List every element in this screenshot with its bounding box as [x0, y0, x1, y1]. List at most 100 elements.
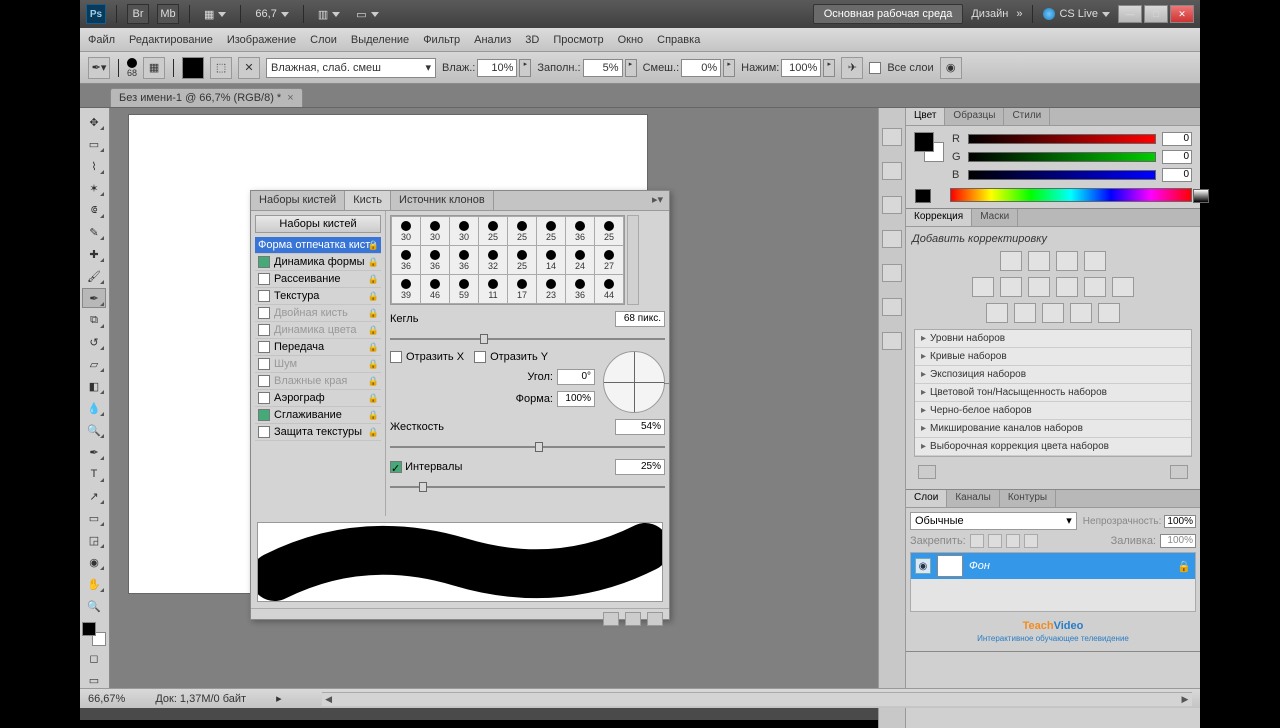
- layer-row[interactable]: ◉ Фон 🔒: [911, 553, 1195, 579]
- brush-option-item[interactable]: Сглаживание🔒: [255, 407, 381, 424]
- spectrum-bar[interactable]: [950, 188, 1192, 202]
- hardness-slider[interactable]: [390, 441, 665, 453]
- screenmode-toggle[interactable]: ▭: [82, 670, 106, 690]
- tab-swatches[interactable]: Образцы: [945, 108, 1004, 125]
- brush-tip-cell[interactable]: 25: [508, 246, 536, 274]
- layer-name[interactable]: Фон: [969, 560, 990, 572]
- brush-tip-cell[interactable]: 24: [566, 246, 594, 274]
- bridge-button[interactable]: Br: [127, 4, 149, 24]
- mix-input[interactable]: 0%: [681, 59, 721, 77]
- b-slider[interactable]: [968, 170, 1156, 180]
- flip-y-checkbox[interactable]: [474, 351, 486, 363]
- strip-icon[interactable]: [882, 196, 902, 214]
- adj-icon[interactable]: [1070, 303, 1092, 323]
- hardness-input[interactable]: 54%: [615, 419, 665, 435]
- maximize-button[interactable]: □: [1144, 5, 1168, 23]
- cslive-button[interactable]: CS Live: [1043, 8, 1110, 20]
- status-docsize[interactable]: Док: 1,37M/0 байт: [155, 693, 246, 705]
- brush-option-item[interactable]: Защита текстуры🔒: [255, 424, 381, 441]
- more-workspaces[interactable]: »: [1016, 8, 1022, 20]
- layer-thumbnail[interactable]: [937, 555, 963, 577]
- eraser-tool[interactable]: ▱: [82, 354, 106, 374]
- document-tab[interactable]: Без имени-1 @ 66,7% (RGB/8) *×: [110, 88, 303, 107]
- menu-layer[interactable]: Слои: [310, 34, 337, 46]
- brush-tip-cell[interactable]: 11: [479, 275, 507, 303]
- adj-preset-item[interactable]: Уровни наборов: [915, 330, 1191, 348]
- adj-icon[interactable]: [1084, 277, 1106, 297]
- close-button[interactable]: ✕: [1170, 5, 1194, 23]
- brush-grid-scrollbar[interactable]: [627, 215, 639, 305]
- strip-icon[interactable]: [882, 264, 902, 282]
- shape-tool[interactable]: ▭: [82, 508, 106, 528]
- zoom-dropdown[interactable]: 66,7: [251, 8, 292, 20]
- 3d-camera-tool[interactable]: ◉: [82, 552, 106, 572]
- h-scrollbar[interactable]: ◀▶: [322, 692, 1192, 706]
- menu-3d[interactable]: 3D: [525, 34, 539, 46]
- healing-tool[interactable]: ✚: [82, 244, 106, 264]
- strip-icon[interactable]: [882, 298, 902, 316]
- tab-paths[interactable]: Контуры: [1000, 490, 1056, 507]
- brush-tip-cell[interactable]: 32: [479, 246, 507, 274]
- brush-tip-cell[interactable]: 30: [421, 217, 449, 245]
- history-brush-tool[interactable]: ↺: [82, 332, 106, 352]
- menu-image[interactable]: Изображение: [227, 34, 296, 46]
- adj-preset-item[interactable]: Экспозиция наборов: [915, 366, 1191, 384]
- menu-help[interactable]: Справка: [657, 34, 700, 46]
- 3d-tool[interactable]: ◲: [82, 530, 106, 550]
- blend-mode-select[interactable]: Обычные▾: [910, 512, 1077, 530]
- lock-all-icon[interactable]: [1024, 534, 1038, 548]
- brush-tip-cell[interactable]: 30: [392, 217, 420, 245]
- screenmode-dropdown[interactable]: ▭: [352, 8, 382, 21]
- menu-window[interactable]: Окно: [618, 34, 644, 46]
- brush-toggle-icon[interactable]: [603, 612, 619, 626]
- brush-tip-cell[interactable]: 39: [392, 275, 420, 303]
- brush-tip-cell[interactable]: 17: [508, 275, 536, 303]
- brush-tip-cell[interactable]: 27: [595, 246, 623, 274]
- all-layers-checkbox[interactable]: [869, 62, 881, 74]
- brush-preset-select[interactable]: Влажная, слаб. смеш▾: [266, 58, 436, 78]
- brush-tip-cell[interactable]: 44: [595, 275, 623, 303]
- brush-tip-cell[interactable]: 59: [450, 275, 478, 303]
- brush-option-item[interactable]: Форма отпечатка кисти🔒: [255, 237, 381, 254]
- tab-brush-presets[interactable]: Наборы кистей: [251, 191, 345, 210]
- brush-tip-cell[interactable]: 36: [392, 246, 420, 274]
- g-input[interactable]: 0: [1162, 150, 1192, 164]
- spacing-input[interactable]: 25%: [615, 459, 665, 475]
- adj-icon[interactable]: [1056, 277, 1078, 297]
- strip-icon[interactable]: [882, 332, 902, 350]
- tool-preset-picker[interactable]: ✒▾: [88, 57, 110, 79]
- clean-brush-icon[interactable]: ✕: [238, 57, 260, 79]
- view-extras-dropdown[interactable]: ▦: [200, 8, 230, 21]
- new-brush-icon[interactable]: [625, 612, 641, 626]
- adj-foot-icon[interactable]: [1170, 465, 1188, 479]
- menu-edit[interactable]: Редактирование: [129, 34, 213, 46]
- minimize-button[interactable]: —: [1118, 5, 1142, 23]
- lock-move-icon[interactable]: [1006, 534, 1020, 548]
- b-input[interactable]: 0: [1162, 168, 1192, 182]
- minibridge-button[interactable]: Mb: [157, 4, 179, 24]
- path-tool[interactable]: ↗: [82, 486, 106, 506]
- adj-icon[interactable]: [1084, 251, 1106, 271]
- adj-icon[interactable]: [1112, 277, 1134, 297]
- quickmask-toggle[interactable]: ◻: [82, 648, 106, 668]
- r-input[interactable]: 0: [1162, 132, 1192, 146]
- close-tab-icon[interactable]: ×: [287, 92, 293, 104]
- adj-icon[interactable]: [1056, 251, 1078, 271]
- brush-option-item[interactable]: Передача🔒: [255, 339, 381, 356]
- tablet-pressure-icon[interactable]: ◉: [940, 57, 962, 79]
- roundness-input[interactable]: 100%: [557, 391, 595, 407]
- brush-tip-cell[interactable]: 46: [421, 275, 449, 303]
- tab-masks[interactable]: Маски: [972, 209, 1018, 226]
- adj-icon[interactable]: [1098, 303, 1120, 323]
- adj-icon[interactable]: [1000, 251, 1022, 271]
- gradient-tool[interactable]: ◧: [82, 376, 106, 396]
- mixer-brush-tool[interactable]: ✒: [82, 288, 106, 308]
- adj-icon[interactable]: [1042, 303, 1064, 323]
- brush-tip-cell[interactable]: 25: [479, 217, 507, 245]
- angle-control[interactable]: [603, 351, 665, 413]
- marquee-tool[interactable]: ▭: [82, 134, 106, 154]
- flow-input[interactable]: 100%: [781, 59, 821, 77]
- brush-tip-cell[interactable]: 25: [537, 217, 565, 245]
- move-tool[interactable]: ✥: [82, 112, 106, 132]
- menu-view[interactable]: Просмотр: [553, 34, 603, 46]
